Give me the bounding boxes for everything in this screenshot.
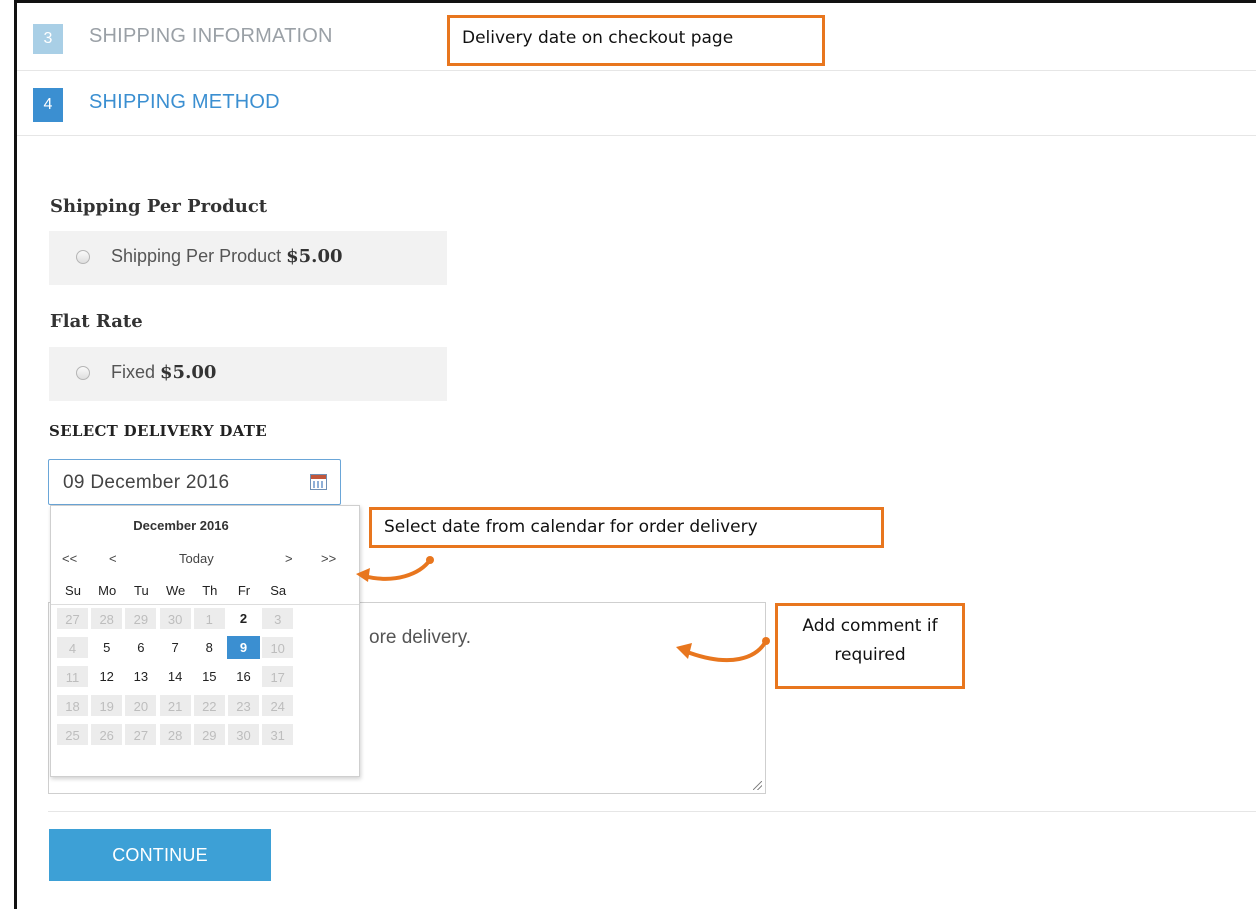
calendar-day[interactable]: 16 (227, 665, 260, 688)
step-number: 3 (33, 24, 63, 54)
section-divider (48, 811, 1256, 812)
calendar-day[interactable]: 15 (192, 665, 226, 688)
calendar-weekday: Th (202, 583, 218, 598)
step-label: SHIPPING METHOD (89, 91, 280, 113)
step-label: SHIPPING INFORMATION (89, 25, 333, 47)
calendar-day[interactable]: 6 (124, 636, 158, 659)
calendar-day[interactable]: 7 (158, 636, 192, 659)
radio-button[interactable] (76, 250, 90, 264)
calendar-today[interactable]: Today (179, 551, 214, 566)
continue-button[interactable]: CONTINUE (49, 829, 271, 881)
calendar-day: 22 (192, 694, 226, 717)
option-label: Shipping Per Product $5.00 (111, 246, 343, 267)
option-label: Fixed $5.00 (111, 362, 217, 383)
calendar-day: 25 (56, 723, 89, 746)
calendar-weekday: Fr (237, 583, 251, 598)
calendar-day: 30 (227, 723, 260, 746)
calendar-weekday: We (165, 583, 186, 598)
calendar-icon[interactable] (310, 474, 327, 490)
calendar-day: 27 (124, 723, 158, 746)
calendar-day[interactable]: 5 (90, 636, 124, 659)
calendar-day[interactable]: 14 (158, 665, 192, 688)
comment-text: ore delivery. (369, 627, 472, 648)
calendar-day: 21 (158, 694, 192, 717)
calendar-day[interactable]: 8 (192, 636, 226, 659)
calendar-day: 28 (90, 607, 124, 630)
calendar-day: 20 (124, 694, 158, 717)
calendar-day: 29 (192, 723, 226, 746)
annotation-checkout: Delivery date on checkout page (447, 15, 825, 66)
step-number: 4 (33, 88, 63, 122)
arrow-icon (676, 637, 770, 663)
calendar-weekday: Su (65, 583, 81, 598)
calendar-weekday: Mo (98, 583, 117, 598)
calendar-day[interactable]: 13 (124, 665, 158, 688)
calendar-day: 11 (56, 665, 89, 688)
step-shipping-method[interactable]: 4 SHIPPING METHOD (17, 71, 1256, 136)
calendar-day-selected[interactable]: 9 (227, 636, 260, 659)
calendar-day: 23 (227, 694, 260, 717)
calendar-day: 10 (261, 636, 295, 659)
resize-handle-icon[interactable] (753, 781, 762, 790)
shipping-per-product-option[interactable]: Shipping Per Product $5.00 (49, 231, 447, 285)
delivery-date-input[interactable]: 09 December 2016 (48, 459, 341, 505)
datepicker-popup: December 2016 << < Today > >> Su Mo Tu We Th… (50, 505, 360, 777)
calendar-day[interactable]: 12 (90, 665, 124, 688)
radio-button[interactable] (76, 366, 90, 380)
calendar-next-year[interactable]: >> (321, 551, 336, 566)
calendar-day: 29 (124, 607, 158, 630)
calendar-prev-month[interactable]: < (109, 551, 117, 566)
calendar-weekday: Sa (270, 583, 287, 598)
calendar-day: 17 (261, 665, 295, 688)
calendar-weekday: Tu (134, 583, 149, 598)
select-delivery-date-title: SELECT DELIVERY DATE (49, 422, 267, 440)
option-price: $5.00 (160, 362, 217, 383)
calendar-day: 18 (56, 694, 89, 717)
calendar-day: 31 (261, 723, 295, 746)
annotation-comment-line: Add comment if (802, 616, 938, 636)
frame-border-left (14, 0, 17, 909)
option-price: $5.00 (286, 246, 343, 267)
annotation-comment-line: required (834, 645, 906, 665)
calendar-day: 28 (158, 723, 192, 746)
calendar-next-month[interactable]: > (285, 551, 293, 566)
calendar-day: 3 (261, 607, 295, 630)
arrow-icon (356, 556, 434, 582)
calendar-prev-year[interactable]: << (62, 551, 77, 566)
page: 3 SHIPPING INFORMATION 4 SHIPPING METHOD… (0, 0, 1256, 909)
calendar-day: 24 (261, 694, 295, 717)
annotation-comment: Add comment if required (775, 603, 965, 689)
calendar-day: 4 (56, 636, 89, 659)
date-value: 09 December 2016 (63, 472, 230, 493)
calendar-day: 26 (90, 723, 124, 746)
calendar-divider (51, 604, 359, 605)
calendar-month-title: December 2016 (133, 518, 229, 533)
calendar-day[interactable]: 2 (227, 607, 260, 630)
calendar-day: 19 (90, 694, 124, 717)
flat-rate-title: Flat Rate (50, 311, 143, 332)
calendar-day: 30 (158, 607, 192, 630)
shipping-per-product-title: Shipping Per Product (50, 196, 268, 217)
calendar-day: 1 (192, 607, 226, 630)
flat-rate-option[interactable]: Fixed $5.00 (49, 347, 447, 401)
calendar-day: 27 (56, 607, 89, 630)
annotation-calendar: Select date from calendar for order deli… (369, 507, 884, 548)
